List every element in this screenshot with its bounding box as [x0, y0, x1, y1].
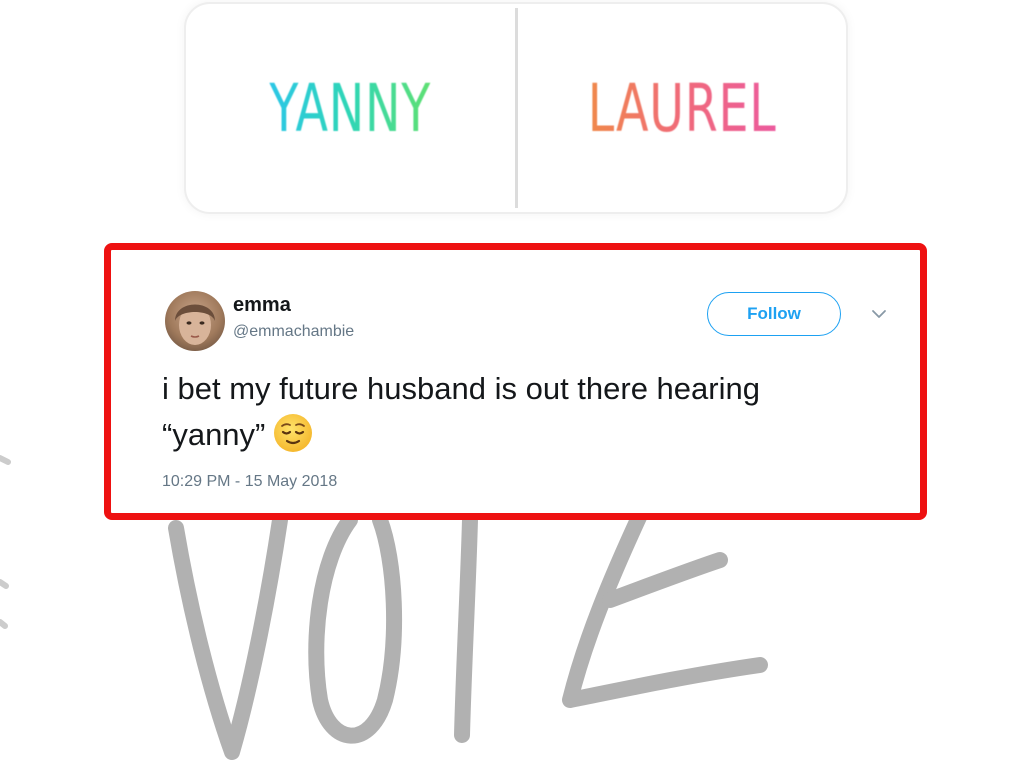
poll-option-yanny[interactable]: YANNY: [186, 4, 515, 212]
vote-letter-o: [308, 512, 403, 744]
tweet-handle[interactable]: @emmachambie: [233, 323, 354, 341]
poll-sticker: YANNY LAUREL: [184, 2, 848, 214]
poll-option-yanny-label: YANNY: [269, 69, 432, 147]
tweet-highlight-box: emma @emmachambie Follow i bet my future…: [104, 243, 927, 520]
relieved-face-icon: [274, 413, 313, 452]
follow-button[interactable]: Follow: [707, 292, 841, 336]
tweet-text: i bet my future husband is out there hea…: [162, 366, 892, 458]
screenshot-canvas: YANNY LAUREL emma @emmachambie Follow i …: [0, 0, 1024, 768]
avatar[interactable]: [165, 291, 225, 351]
tweet-text-line-2-wrap: “yanny”: [162, 412, 892, 458]
tweet-display-name[interactable]: emma: [233, 294, 291, 317]
tweet-timestamp[interactable]: 10:29 PM - 15 May 2018: [162, 473, 337, 491]
tweet-text-line-2: “yanny”: [162, 417, 266, 452]
vote-letter-v: [168, 512, 288, 760]
poll-option-laurel-label: LAUREL: [587, 69, 777, 147]
vote-letter-t: [454, 512, 478, 743]
poll-option-laurel[interactable]: LAUREL: [518, 4, 847, 212]
tweet-text-line-1: i bet my future husband is out there hea…: [162, 371, 760, 406]
avatar-photo-icon: [175, 304, 215, 345]
chevron-down-icon[interactable]: [869, 304, 889, 324]
vote-letter-e: [562, 507, 768, 708]
